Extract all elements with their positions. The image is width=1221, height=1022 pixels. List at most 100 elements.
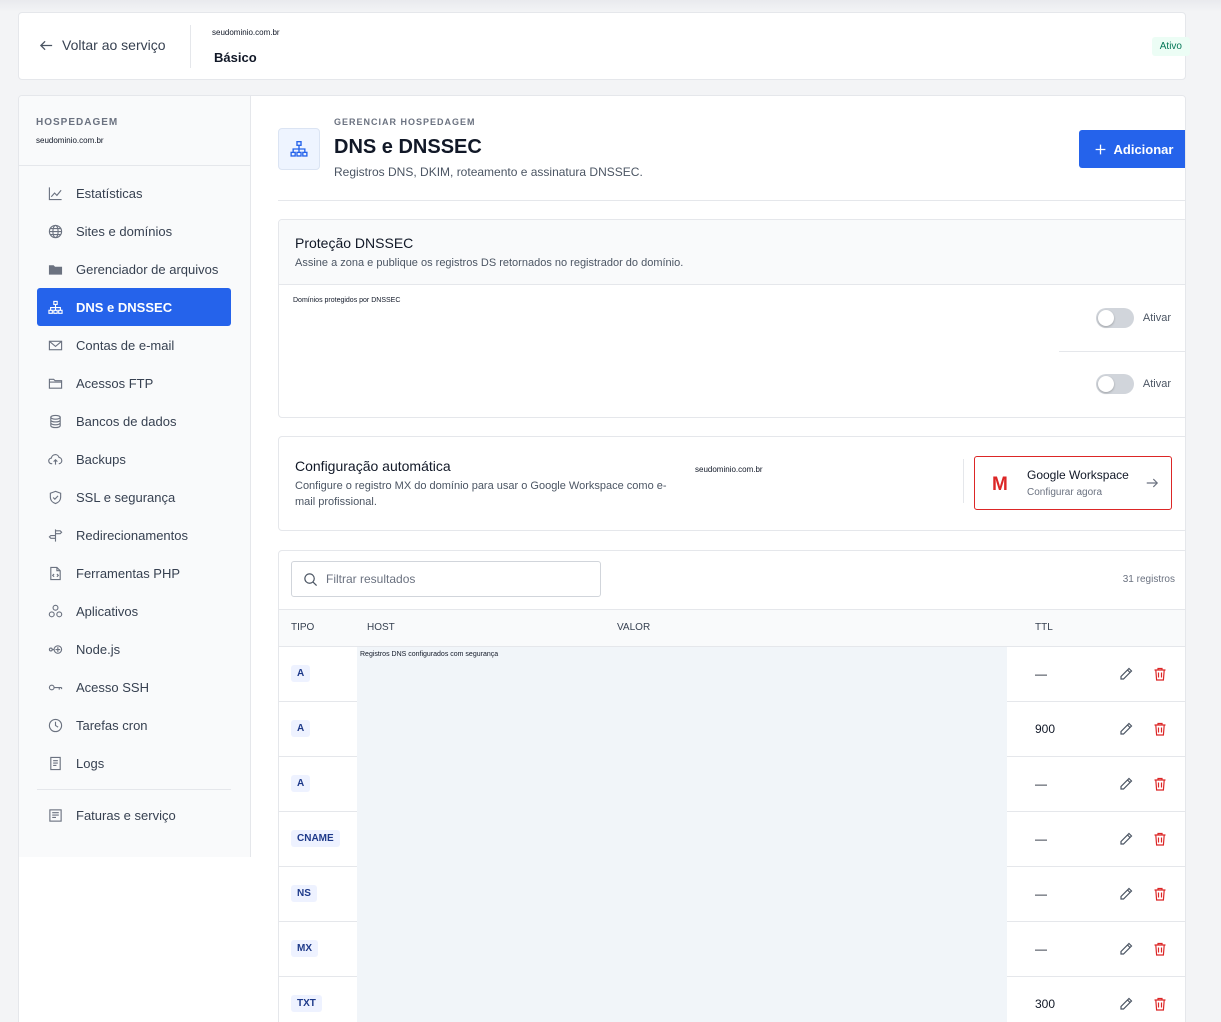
folder-outline-icon — [48, 378, 63, 389]
status-badge: Ativo — [1151, 37, 1190, 56]
edit-pencil-icon[interactable] — [1118, 666, 1134, 682]
column-header-ttl: TTL — [1035, 622, 1053, 633]
dnssec-toggle-row: Ativar — [1095, 374, 1171, 394]
record-ttl: 900 — [1035, 722, 1056, 736]
record-ttl: — — [1035, 777, 1047, 791]
google-workspace-button[interactable]: M Google Workspace Configurar agora — [974, 456, 1172, 510]
filter-input[interactable] — [326, 572, 586, 586]
sidebar-item-label: Acessos FTP — [76, 375, 154, 391]
record-ttl: — — [1035, 942, 1047, 956]
clock-icon — [48, 718, 63, 732]
service-plan: Básico — [214, 50, 257, 65]
sidebar-item-email[interactable]: Contas de e-mail — [37, 326, 231, 364]
invoice-icon — [49, 808, 62, 822]
edit-pencil-icon[interactable] — [1118, 886, 1134, 902]
sidebar-item-label: SSL e segurança — [76, 489, 176, 505]
sidebar-item-label: Bancos de dados — [76, 413, 177, 429]
chart-line-icon — [48, 186, 62, 200]
dnssec-title: Proteção DNSSEC — [295, 235, 414, 251]
sidebar-item-redirects[interactable]: Redirecionamentos — [37, 516, 231, 554]
edit-pencil-icon[interactable] — [1118, 721, 1134, 737]
record-ttl: — — [1035, 667, 1047, 681]
record-ttl: — — [1035, 832, 1047, 846]
sidebar-item-nodejs[interactable]: Node.js — [37, 630, 231, 668]
sidebar-section-label: HOSPEDAGEM — [36, 117, 119, 128]
sidebar-item-databases[interactable]: Bancos de dados — [37, 402, 231, 440]
page-icon — [278, 128, 320, 170]
add-record-button[interactable]: Adicionar — [1079, 130, 1185, 168]
sidebar-item-file-manager[interactable]: Gerenciador de arquivos — [37, 250, 231, 288]
trash-icon[interactable] — [1152, 831, 1168, 847]
globe-icon — [48, 224, 63, 238]
sidebar-item-php[interactable]: Ferramentas PHP — [37, 554, 231, 592]
dnssec-toggle[interactable] — [1095, 374, 1134, 394]
auto-config-divider — [963, 459, 964, 503]
sidebar-item-label: Estatísticas — [76, 185, 143, 201]
file-code-icon — [50, 566, 61, 580]
key-icon — [48, 684, 63, 690]
sidebar: HOSPEDAGEM seudominio.com.br Estatística… — [19, 96, 251, 857]
column-header-value: VALOR — [617, 622, 651, 633]
table-header: TIPO HOST VALOR TTL — [279, 609, 1185, 647]
edit-pencil-icon[interactable] — [1118, 941, 1134, 957]
sidebar-nav: Estatísticas Sites e domínios Gerenciado… — [37, 174, 231, 834]
sidebar-item-label: Tarefas cron — [76, 717, 148, 733]
trash-icon[interactable] — [1152, 666, 1168, 682]
records-count: 31 registros — [1122, 574, 1175, 585]
record-type-badge: A — [291, 665, 311, 682]
sidebar-item-ssh[interactable]: Acesso SSH — [37, 668, 231, 706]
sidebar-item-label: Redirecionamentos — [76, 527, 189, 543]
dnssec-card-header: Proteção DNSSEC Assine a zona e publique… — [279, 220, 1185, 285]
cloud-upload-icon — [48, 453, 63, 465]
sidebar-item-label: Acesso SSH — [76, 679, 149, 695]
sidebar-item-ftp[interactable]: Acessos FTP — [37, 364, 231, 402]
sidebar-item-logs[interactable]: Logs — [37, 744, 231, 782]
sidebar-item-estatisticas[interactable]: Estatísticas — [37, 174, 231, 212]
filter-search-box[interactable] — [291, 561, 601, 597]
database-icon — [50, 414, 61, 428]
node-icon — [48, 644, 63, 654]
sidebar-item-label: Backups — [76, 451, 126, 467]
log-file-icon — [50, 756, 61, 770]
edit-pencil-icon[interactable] — [1118, 996, 1134, 1012]
sidebar-item-backups[interactable]: Backups — [37, 440, 231, 478]
trash-icon[interactable] — [1152, 776, 1168, 792]
trash-icon[interactable] — [1152, 996, 1168, 1012]
dnssec-toggle[interactable] — [1095, 308, 1134, 328]
back-to-service-link[interactable]: Voltar ao serviço — [39, 37, 166, 53]
dnssec-description: Assine a zona e publique os registros DS… — [295, 257, 684, 269]
record-type-badge: MX — [291, 940, 318, 957]
top-shade — [0, 0, 1221, 12]
trash-icon[interactable] — [1152, 886, 1168, 902]
sidebar-item-label: Node.js — [76, 641, 121, 657]
provider-name: Google Workspace — [1027, 468, 1129, 482]
sidebar-item-dns[interactable]: DNS e DNSSEC — [37, 288, 231, 326]
record-type-badge: CNAME — [291, 830, 340, 847]
record-type-badge: A — [291, 775, 311, 792]
sidebar-item-label: Gerenciador de arquivos — [76, 261, 219, 277]
column-header-type: TIPO — [291, 622, 315, 633]
record-type-badge: A — [291, 720, 311, 737]
add-button-label: Adicionar — [1113, 141, 1174, 157]
sidebar-item-label: Contas de e-mail — [76, 337, 175, 353]
apps-icon — [48, 604, 63, 617]
host-value-redaction-panel — [357, 647, 1007, 1022]
sidebar-item-cron[interactable]: Tarefas cron — [37, 706, 231, 744]
sidebar-item-sites[interactable]: Sites e domínios — [37, 212, 231, 250]
sidebar-item-ssl[interactable]: SSL e segurança — [37, 478, 231, 516]
trash-icon[interactable] — [1152, 941, 1168, 957]
dnssec-card: Proteção DNSSEC Assine a zona e publique… — [278, 219, 1185, 418]
header-divider — [278, 200, 1185, 201]
record-type-badge: NS — [291, 885, 317, 902]
edit-pencil-icon[interactable] — [1118, 831, 1134, 847]
search-icon — [304, 572, 318, 586]
dnssec-protected-label: Domínios protegidos por DNSSEC — [293, 297, 401, 304]
sidebar-nav-divider — [37, 789, 231, 790]
edit-pencil-icon[interactable] — [1118, 776, 1134, 792]
sidebar-item-label: Aplicativos — [76, 603, 139, 619]
sidebar-item-label: Ferramentas PHP — [76, 565, 181, 581]
sidebar-item-billing[interactable]: Faturas e serviço — [37, 796, 231, 834]
trash-icon[interactable] — [1152, 721, 1168, 737]
arrow-left-icon — [39, 40, 53, 50]
sidebar-item-apps[interactable]: Aplicativos — [37, 592, 231, 630]
